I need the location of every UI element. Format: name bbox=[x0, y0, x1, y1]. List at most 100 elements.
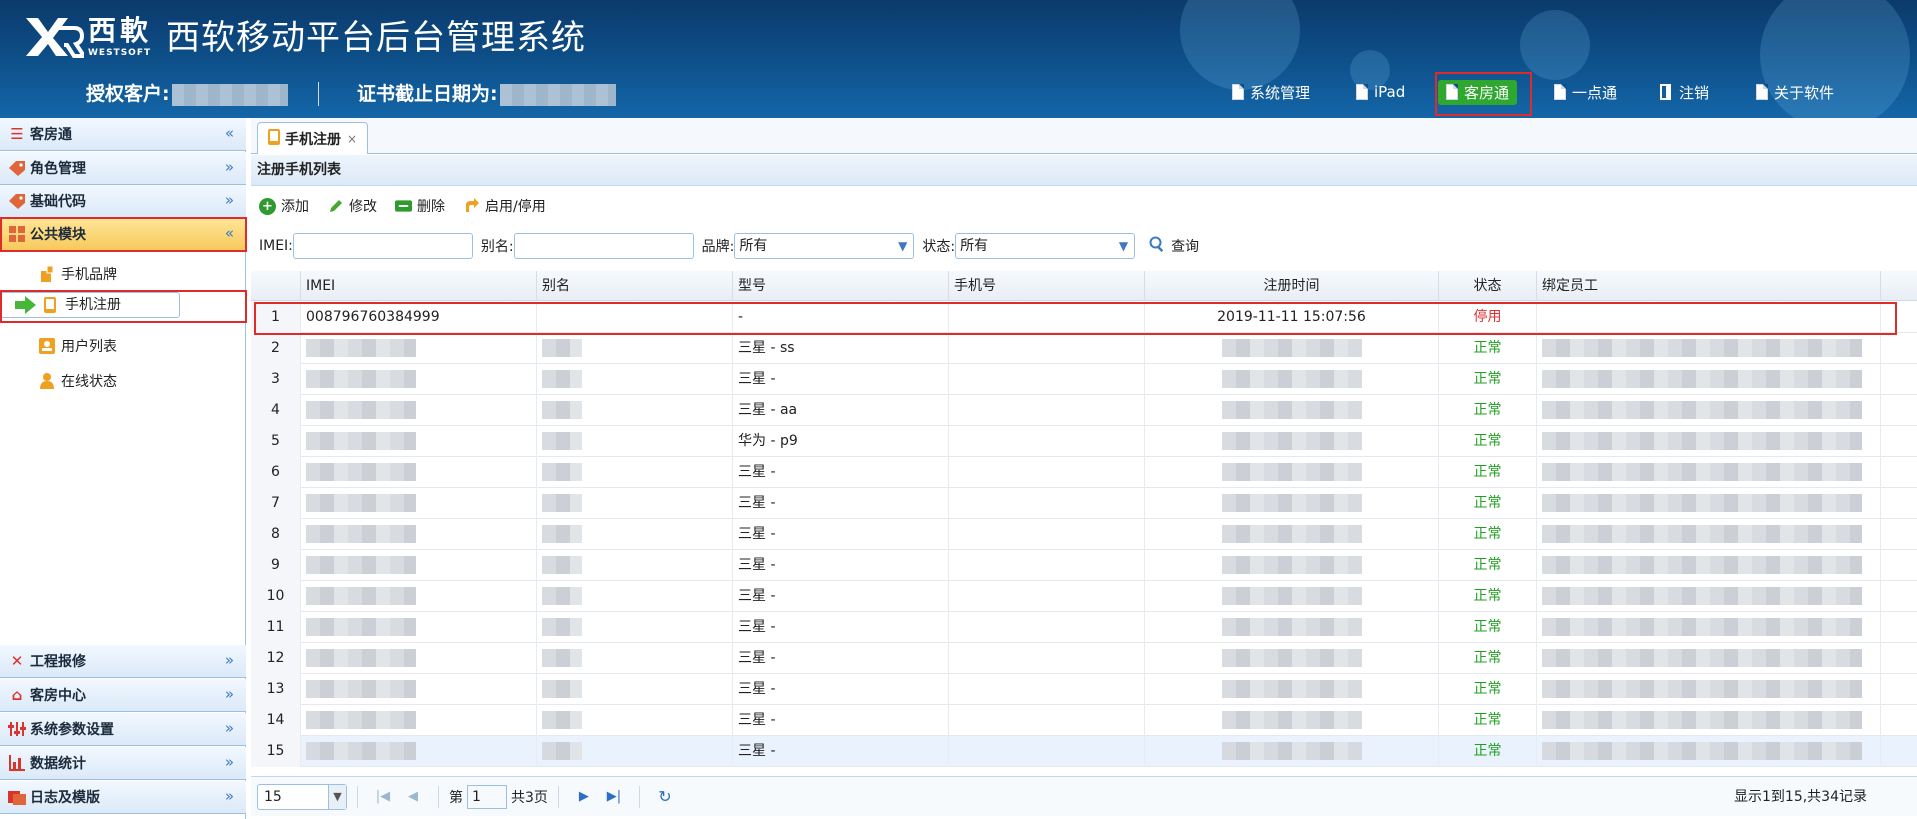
first-page-icon[interactable]: |◀ bbox=[372, 789, 394, 804]
register-time-cell bbox=[1145, 674, 1439, 705]
prev-page-icon[interactable]: ◀ bbox=[402, 789, 424, 804]
sidebar-section-repair[interactable]: ✕ 工程报修 » bbox=[0, 645, 246, 678]
column-header-phone[interactable]: 手机号 bbox=[949, 271, 1145, 301]
column-header-alias[interactable]: 别名 bbox=[537, 271, 733, 301]
table-row[interactable]: 6 三星 - 正常 bbox=[251, 457, 1917, 488]
table-row[interactable]: 3 三星 - 正常 bbox=[251, 364, 1917, 395]
next-page-icon[interactable]: ▶ bbox=[573, 789, 595, 804]
expand-icon[interactable]: » bbox=[225, 651, 234, 669]
register-time-cell bbox=[1145, 488, 1439, 519]
expand-icon[interactable]: » bbox=[225, 753, 234, 771]
topnav-system[interactable]: 系统管理 bbox=[1232, 78, 1310, 106]
redacted-value bbox=[1221, 742, 1362, 760]
status-cell: 正常 bbox=[1439, 674, 1537, 705]
document-icon bbox=[1554, 84, 1566, 100]
sidebar-section-roles[interactable]: 角色管理 » bbox=[0, 152, 246, 185]
table-row[interactable]: 7 三星 - 正常 bbox=[251, 488, 1917, 519]
sidebar-section-logs[interactable]: 日志及模版 » bbox=[0, 781, 246, 814]
topnav-ipad[interactable]: iPad bbox=[1356, 78, 1405, 106]
expand-icon[interactable]: » bbox=[225, 719, 234, 737]
chevron-down-icon: ▼ bbox=[1118, 239, 1129, 253]
table-row[interactable]: 13 三星 - 正常 bbox=[251, 674, 1917, 705]
column-header-register-time[interactable]: 注册时间 bbox=[1145, 271, 1439, 301]
data-grid: IMEI 别名 型号 手机号 注册时间 状态 绑定员工 1 00879676038… bbox=[251, 271, 1917, 773]
redacted-value bbox=[542, 711, 582, 729]
table-row[interactable]: 11 三星 - 正常 bbox=[251, 612, 1917, 643]
table-row[interactable]: 8 三星 - 正常 bbox=[251, 519, 1917, 550]
page-size-select[interactable]: 15 ▼ bbox=[257, 783, 347, 810]
collapse-icon[interactable]: « bbox=[225, 124, 234, 142]
sidebar-section-kefangtong[interactable]: ☰ 客房通 « bbox=[0, 118, 246, 151]
alias-input[interactable] bbox=[513, 233, 694, 259]
sidebar-section-stats[interactable]: 数据统计 » bbox=[0, 747, 246, 780]
divider bbox=[557, 785, 559, 808]
delete-button[interactable]: 删除 bbox=[395, 196, 445, 216]
topnav-yidiantong[interactable]: 一点通 bbox=[1554, 78, 1617, 106]
last-page-icon[interactable]: ▶| bbox=[603, 789, 625, 804]
imei-cell bbox=[301, 488, 537, 519]
phone-cell bbox=[949, 705, 1145, 736]
sidebar-item-user-list[interactable]: 用户列表 bbox=[0, 329, 246, 362]
edit-button[interactable]: 修改 bbox=[327, 196, 377, 216]
table-row[interactable]: 4 三星 - aa 正常 bbox=[251, 395, 1917, 426]
sidebar-item-phone-brand[interactable]: 手机品牌 bbox=[0, 257, 246, 290]
redacted-value bbox=[1542, 587, 1862, 605]
redacted-value bbox=[542, 742, 582, 760]
staff-cell bbox=[1537, 550, 1881, 581]
table-row[interactable]: 5 华为 - p9 正常 bbox=[251, 426, 1917, 457]
redacted-value bbox=[1221, 432, 1362, 450]
redacted-value bbox=[306, 556, 416, 574]
topnav-logout[interactable]: 注销 bbox=[1660, 78, 1709, 106]
alias-cell bbox=[537, 736, 733, 767]
status-cell: 正常 bbox=[1439, 612, 1537, 643]
redacted-value bbox=[1542, 463, 1862, 481]
refresh-icon[interactable]: ↻ bbox=[654, 787, 676, 806]
phone-cell bbox=[949, 612, 1145, 643]
register-time-cell bbox=[1145, 395, 1439, 426]
status-cell: 正常 bbox=[1439, 457, 1537, 488]
toolbar: + 添加 修改 删除 启用/停用 bbox=[251, 187, 1917, 225]
tab-phone-register[interactable]: 手机注册 × bbox=[257, 122, 369, 154]
sidebar-section-params[interactable]: 系统参数设置 » bbox=[0, 713, 246, 746]
add-button[interactable]: + 添加 bbox=[259, 196, 309, 216]
redacted-value bbox=[1221, 618, 1362, 636]
staff-cell bbox=[1537, 364, 1881, 395]
sidebar-item-online-status[interactable]: 在线状态 bbox=[0, 364, 246, 397]
expand-icon[interactable]: » bbox=[225, 787, 234, 805]
topnav-about[interactable]: 关于软件 bbox=[1756, 78, 1834, 106]
chevron-down-icon: ▼ bbox=[898, 239, 908, 253]
table-row[interactable]: 10 三星 - 正常 bbox=[251, 581, 1917, 612]
brand-select[interactable]: 所有 ▼ bbox=[734, 233, 915, 259]
tools-icon: ✕ bbox=[10, 652, 24, 670]
table-row[interactable]: 14 三星 - 正常 bbox=[251, 705, 1917, 736]
expand-icon[interactable]: » bbox=[225, 191, 234, 209]
search-button[interactable]: 查询 bbox=[1149, 236, 1199, 256]
redacted-value bbox=[542, 618, 582, 636]
column-header-status[interactable]: 状态 bbox=[1439, 271, 1537, 301]
expand-icon[interactable]: » bbox=[225, 685, 234, 703]
table-row[interactable]: 9 三星 - 正常 bbox=[251, 550, 1917, 581]
row-number: 13 bbox=[251, 674, 301, 705]
phone-cell bbox=[949, 426, 1145, 457]
expand-icon[interactable]: » bbox=[225, 158, 234, 176]
toggle-status-button[interactable]: 启用/停用 bbox=[463, 196, 546, 216]
column-header-model[interactable]: 型号 bbox=[733, 271, 949, 301]
redacted-value bbox=[542, 587, 582, 605]
page-number-input[interactable]: 1 bbox=[467, 784, 507, 809]
annotation-box bbox=[0, 290, 247, 323]
tag-icon bbox=[8, 192, 26, 210]
column-header-imei[interactable]: IMEI bbox=[301, 271, 537, 301]
close-icon[interactable]: × bbox=[347, 132, 357, 146]
sidebar-section-housekeeping[interactable]: ⌂ 客房中心 » bbox=[0, 679, 246, 712]
brand-label: 品牌: bbox=[701, 239, 735, 255]
sidebar-section-basecode[interactable]: 基础代码 » bbox=[0, 185, 246, 218]
redacted-value bbox=[542, 370, 582, 388]
status-select[interactable]: 所有 ▼ bbox=[955, 233, 1136, 259]
imei-input[interactable] bbox=[292, 233, 473, 259]
table-row[interactable]: 12 三星 - 正常 bbox=[251, 643, 1917, 674]
staff-cell bbox=[1537, 612, 1881, 643]
alias-cell bbox=[537, 705, 733, 736]
table-row[interactable]: 2 三星 - ss 正常 bbox=[251, 333, 1917, 364]
table-row[interactable]: 15 三星 - 正常 bbox=[251, 736, 1917, 767]
column-header-staff[interactable]: 绑定员工 bbox=[1537, 271, 1881, 301]
